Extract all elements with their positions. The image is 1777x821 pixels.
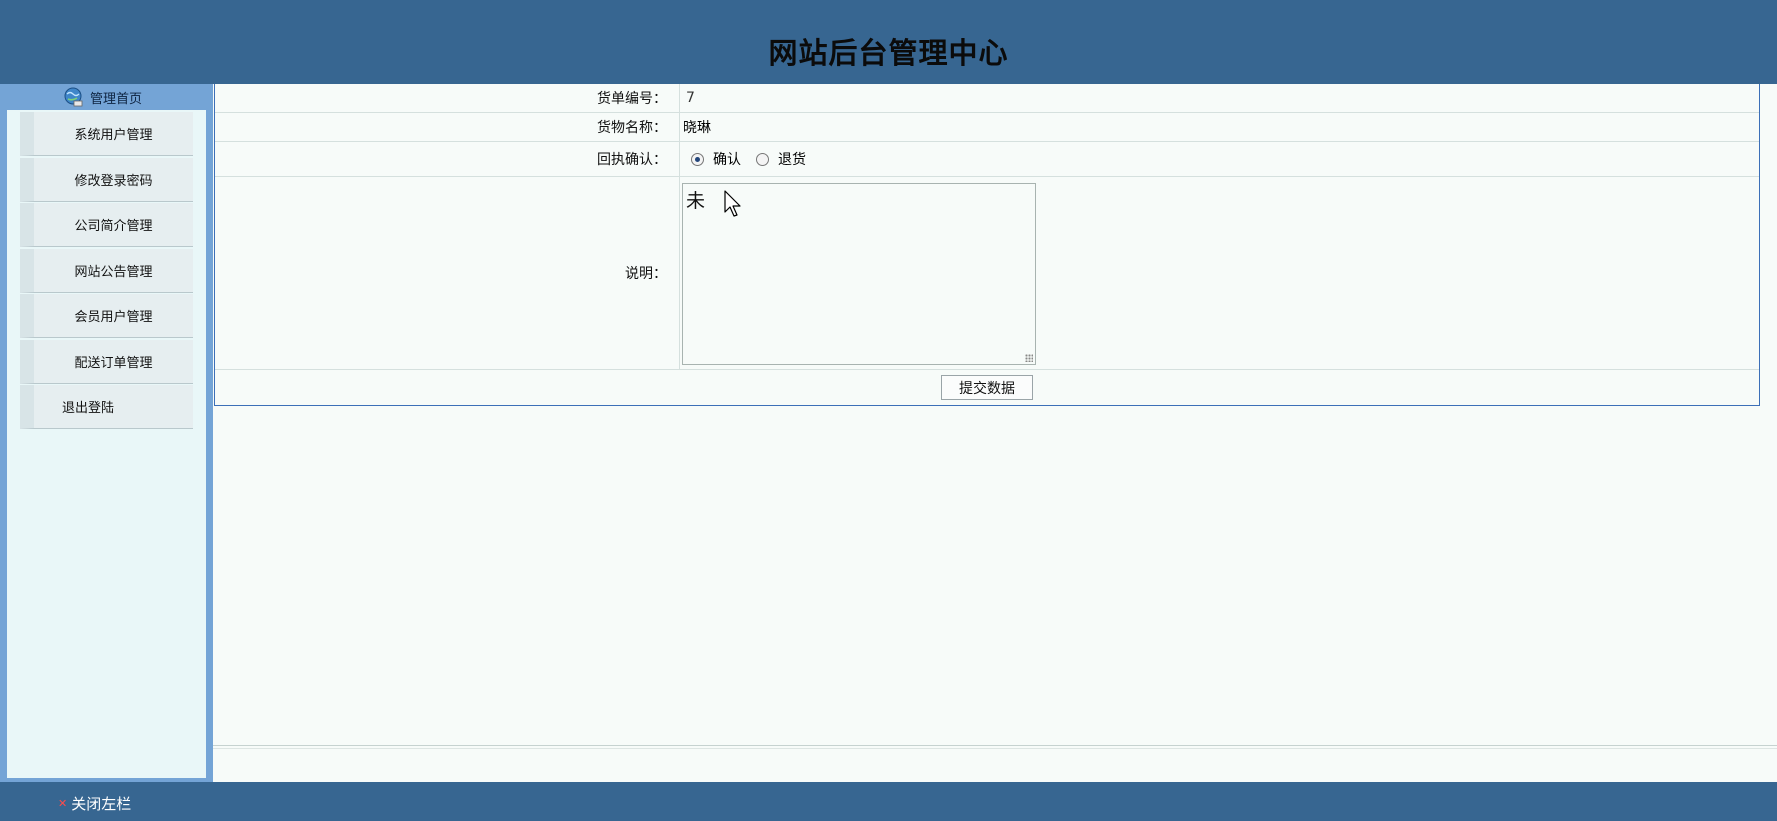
sidebar-item-logout[interactable]: 退出登陆: [20, 385, 193, 429]
sidebar-item-label: 退出登陆: [62, 401, 115, 416]
close-left-panel-link[interactable]: ✕ 关闭左栏: [58, 793, 131, 814]
mouse-cursor-icon: [724, 190, 741, 217]
form-row-order-no: 货单编号： 7: [215, 84, 1759, 113]
sidebar-item-label: 会员用户管理: [74, 310, 153, 325]
receipt-radio-group: 确认 退货: [691, 142, 821, 176]
content-bottom-divider: [213, 745, 1777, 749]
globe-icon: [64, 87, 83, 107]
sidebar-item-delivery-orders[interactable]: 配送订单管理: [20, 339, 193, 384]
sidebar-item-label: 修改登录密码: [74, 173, 153, 189]
form-row-receipt: 回执确认： 确认 退货: [215, 142, 1759, 177]
radio-return[interactable]: [756, 152, 769, 166]
sidebar-item-label: 公司简介管理: [74, 219, 153, 234]
order-no-value: 7: [686, 90, 695, 106]
goods-name-value: 晓琳: [683, 120, 711, 136]
radio-return-label[interactable]: 退货: [778, 149, 806, 169]
page-title: 网站后台管理中心: [768, 36, 1009, 70]
sidebar-item-label: 配送订单管理: [74, 355, 153, 371]
footer-bar: [0, 782, 1777, 821]
goods-name-label: 货物名称：: [215, 113, 680, 141]
home-link-label: 管理首页: [90, 91, 143, 107]
submit-button[interactable]: 提交数据: [941, 375, 1033, 400]
sidebar-item-company-intro[interactable]: 公司简介管理: [20, 203, 193, 247]
sidebar-menu: 系统用户管理 修改登录密码 公司简介管理 网站公告管理 会员用户管理 配送订单管…: [20, 112, 193, 431]
form-row-goods-name: 货物名称： 晓琳: [215, 113, 1759, 142]
order-no-label: 货单编号：: [215, 84, 680, 112]
sidebar-item-member-users[interactable]: 会员用户管理: [20, 294, 193, 338]
sidebar-item-label: 系统用户管理: [74, 128, 153, 143]
note-label: 说明：: [215, 177, 680, 369]
sidebar-item-change-password[interactable]: 修改登录密码: [20, 157, 193, 202]
receipt-label: 回执确认：: [215, 142, 680, 176]
sidebar-item-site-notices[interactable]: 网站公告管理: [20, 248, 193, 293]
radio-confirm-label[interactable]: 确认: [713, 149, 741, 169]
close-icon: ✕: [58, 797, 68, 810]
close-left-panel-label: 关闭左栏: [71, 795, 132, 813]
sidebar-item-label: 网站公告管理: [74, 264, 153, 280]
note-textarea-text: 未: [686, 190, 706, 212]
radio-confirm[interactable]: [691, 152, 704, 166]
resize-grip-icon[interactable]: [1025, 354, 1033, 362]
sidebar-item-system-users[interactable]: 系统用户管理: [20, 112, 193, 156]
home-link[interactable]: 管理首页: [62, 84, 142, 110]
